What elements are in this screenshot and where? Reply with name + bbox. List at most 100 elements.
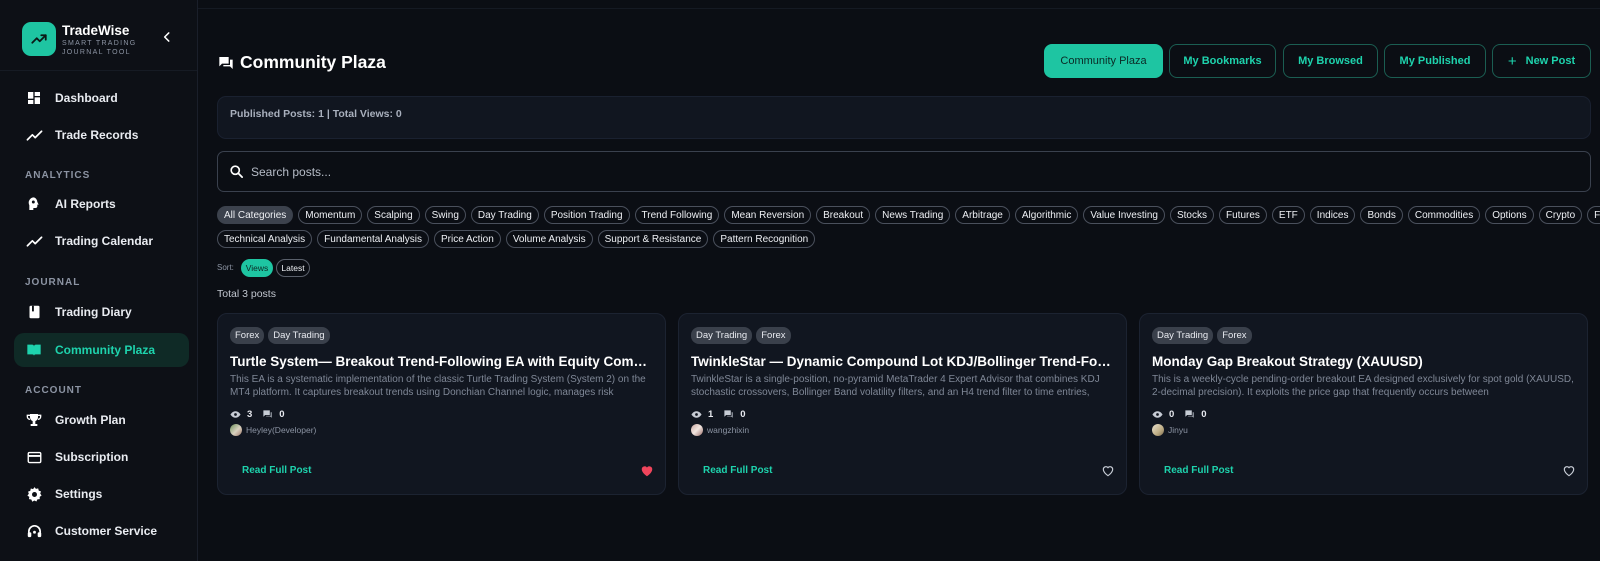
- post-card[interactable]: Day Trading Forex TwinkleStar — Dynamic …: [678, 313, 1127, 495]
- category-chip[interactable]: Value Investing: [1083, 206, 1165, 224]
- post-tag[interactable]: Day Trading: [268, 327, 330, 344]
- post-card[interactable]: Day Trading Forex Monday Gap Breakout St…: [1139, 313, 1588, 495]
- post-author[interactable]: Jinyu: [1152, 424, 1188, 436]
- new-post-label: New Post: [1525, 55, 1576, 67]
- author-name: Jinyu: [1168, 425, 1188, 435]
- sidebar-item-trading-diary[interactable]: Trading Diary: [14, 295, 189, 329]
- heart-filled-icon[interactable]: [640, 464, 654, 478]
- sidebar-item-settings[interactable]: Settings: [14, 477, 189, 511]
- forum-icon: [218, 55, 234, 76]
- tab-community-plaza[interactable]: Community Plaza: [1044, 44, 1163, 78]
- comment-count: 0: [740, 408, 746, 420]
- post-tag[interactable]: Day Trading: [691, 327, 753, 344]
- tab-my-browsed[interactable]: My Browsed: [1283, 44, 1378, 78]
- sidebar-item-label: Settings: [55, 487, 103, 501]
- category-chip[interactable]: Price Action: [434, 230, 501, 248]
- sidebar-item-label: Subscription: [55, 450, 129, 464]
- heart-outline-icon[interactable]: [1101, 464, 1115, 478]
- sidebar-item-community-plaza[interactable]: Community Plaza: [14, 333, 189, 367]
- post-tag[interactable]: Forex: [230, 327, 265, 344]
- page-title: Community Plaza: [240, 52, 386, 72]
- post-tag[interactable]: Forex: [756, 327, 791, 344]
- category-chip[interactable]: Pattern Recognition: [713, 230, 816, 248]
- heart-outline-icon[interactable]: [1562, 464, 1576, 478]
- trend-icon: [25, 232, 43, 250]
- sidebar-item-subscription[interactable]: Subscription: [14, 440, 189, 474]
- category-chip[interactable]: Day Trading: [470, 206, 539, 224]
- open-book-icon: [25, 341, 43, 359]
- category-chip[interactable]: Algorithmic: [1014, 206, 1079, 224]
- section-label-account: ACCOUNT: [25, 385, 82, 396]
- read-full-post-link[interactable]: Read Full Post: [1164, 465, 1233, 476]
- sidebar-item-growth-plan[interactable]: Growth Plan: [14, 403, 189, 437]
- trophy-icon: [25, 411, 43, 429]
- category-chip[interactable]: Swing: [424, 206, 466, 224]
- category-chip[interactable]: Arbitrage: [955, 206, 1010, 224]
- category-chip[interactable]: Volume Analysis: [505, 230, 593, 248]
- sidebar-item-ai-reports[interactable]: AI Reports: [14, 187, 189, 221]
- read-full-post-link[interactable]: Read Full Post: [242, 465, 311, 476]
- comment-icon: [262, 408, 274, 420]
- post-tags: Forex Day Trading: [230, 327, 330, 344]
- new-post-button[interactable]: + New Post: [1492, 44, 1591, 78]
- category-chip[interactable]: Breakout: [816, 206, 871, 224]
- brand[interactable]: TradeWise SMART TRADING JOURNAL TOOL: [22, 22, 182, 56]
- post-tag[interactable]: Day Trading: [1152, 327, 1214, 344]
- view-count: 3: [247, 408, 253, 420]
- category-chip[interactable]: Technical Analysis: [217, 230, 313, 248]
- sort-views-chip[interactable]: Views: [241, 259, 273, 277]
- trend-icon: [25, 126, 43, 144]
- sort-latest-chip[interactable]: Latest: [276, 259, 310, 277]
- category-chip[interactable]: All Categories: [217, 206, 294, 224]
- ai-head-icon: [25, 195, 43, 213]
- post-title[interactable]: Turtle System— Breakout Trend-Following …: [230, 354, 653, 369]
- category-chip[interactable]: Scalping: [367, 206, 420, 224]
- top-divider: [198, 8, 1600, 9]
- author-name: Heyley(Developer): [246, 425, 317, 435]
- category-chip[interactable]: Options: [1485, 206, 1534, 224]
- author-name: wangzhixin: [707, 425, 750, 435]
- category-chip[interactable]: Mean Reversion: [724, 206, 812, 224]
- category-chip[interactable]: Indices: [1309, 206, 1356, 224]
- search-input[interactable]: [251, 161, 1551, 183]
- tab-my-published[interactable]: My Published: [1384, 44, 1486, 78]
- tab-my-bookmarks[interactable]: My Bookmarks: [1169, 44, 1276, 78]
- eye-icon: [691, 408, 703, 420]
- category-chip[interactable]: Support & Resistance: [597, 230, 709, 248]
- sidebar-item-trading-calendar[interactable]: Trading Calendar: [14, 224, 189, 258]
- sidebar-item-dashboard[interactable]: Dashboard: [14, 81, 189, 115]
- section-label-journal: JOURNAL: [25, 277, 81, 288]
- post-author[interactable]: Heyley(Developer): [230, 424, 316, 436]
- section-label-analytics: ANALYTICS: [25, 170, 91, 181]
- category-chip[interactable]: Trend Following: [634, 206, 720, 224]
- category-chip[interactable]: Position Trading: [543, 206, 630, 224]
- view-count: 1: [708, 408, 714, 420]
- post-tag[interactable]: Forex: [1217, 327, 1252, 344]
- read-full-post-link[interactable]: Read Full Post: [703, 465, 772, 476]
- category-chip[interactable]: Stocks: [1169, 206, 1214, 224]
- category-chip[interactable]: Crypto: [1538, 206, 1583, 224]
- tab-label: Community Plaza: [1060, 55, 1147, 67]
- brand-subtitle: SMART TRADING JOURNAL TOOL: [62, 40, 137, 56]
- post-author[interactable]: wangzhixin: [691, 424, 749, 436]
- category-chip[interactable]: Fundamental Analysis: [317, 230, 429, 248]
- post-title[interactable]: Monday Gap Breakout Strategy (XAUUSD): [1152, 354, 1575, 369]
- category-chip[interactable]: Momentum: [298, 206, 363, 224]
- sidebar-item-customer-service[interactable]: Customer Service: [14, 514, 189, 548]
- sidebar-item-trade-records[interactable]: Trade Records: [14, 118, 189, 152]
- gear-icon: [25, 485, 43, 503]
- category-chip[interactable]: Bonds: [1360, 206, 1403, 224]
- post-meta: 1 0: [691, 408, 756, 420]
- category-chip[interactable]: ETF: [1271, 206, 1305, 224]
- category-chip[interactable]: Futures: [1219, 206, 1267, 224]
- stats-text: Published Posts: 1 | Total Views: 0: [230, 108, 402, 120]
- sort-label: Sort:: [217, 263, 234, 272]
- search-box[interactable]: [217, 151, 1591, 192]
- post-title[interactable]: TwinkleStar — Dynamic Compound Lot KDJ/B…: [691, 354, 1114, 369]
- post-card[interactable]: Forex Day Trading Turtle System— Breakou…: [217, 313, 666, 495]
- category-chip[interactable]: Forex: [1587, 206, 1600, 224]
- collapse-sidebar-chevron-icon[interactable]: [160, 30, 174, 44]
- category-chip[interactable]: News Trading: [875, 206, 951, 224]
- category-chip[interactable]: Commodities: [1407, 206, 1481, 224]
- post-meta: 3 0: [230, 408, 295, 420]
